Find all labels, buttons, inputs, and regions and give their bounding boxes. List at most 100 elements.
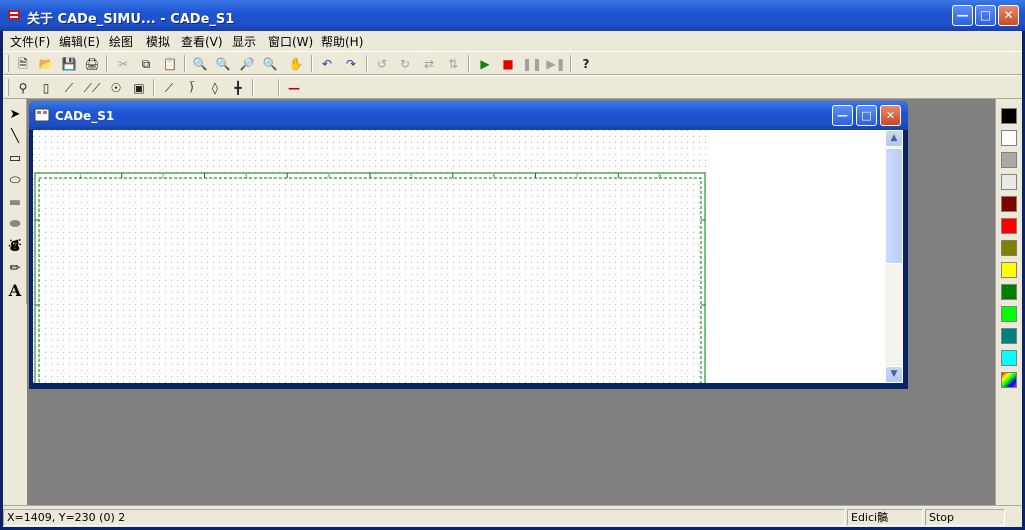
zoom-all-icon[interactable]: 🔍: [259, 54, 281, 74]
new-icon[interactable]: 🗎: [12, 54, 34, 74]
picker-icon[interactable]: ✏: [5, 259, 25, 279]
ruler-number: 5: [410, 174, 413, 179]
toolbar-grip[interactable]: [6, 55, 9, 72]
color-swatch-e8e8e8[interactable]: [1001, 174, 1017, 190]
color-swatch-000000[interactable]: [1001, 108, 1017, 124]
save-icon[interactable]: 💾: [58, 54, 80, 74]
ruler-number: 8: [658, 174, 661, 179]
main-window: 关于 CADe_SIMU... - CADe_S1 — □ ✕ 文件(F) 编辑…: [0, 0, 1025, 530]
menu-bar: 文件(F) 编辑(E) 绘图 模拟 查看(V) 显示 窗口(W) 帮助(H): [3, 31, 1022, 51]
child-minimize-button[interactable]: —: [832, 105, 853, 126]
ruler-number: 6: [493, 174, 496, 179]
undo-icon[interactable]: ↶: [316, 54, 338, 74]
color-swatch-00ffff[interactable]: [1001, 350, 1017, 366]
play-icon[interactable]: ▶: [474, 54, 496, 74]
pan-icon[interactable]: ✋: [285, 54, 307, 74]
menu-draw[interactable]: 绘图: [109, 33, 133, 50]
scroll-up-button[interactable]: ▲: [885, 130, 903, 147]
title-bar: 关于 CADe_SIMU... - CADe_S1 — □ ✕: [0, 0, 1025, 31]
scroll-down-button[interactable]: ▼: [885, 366, 903, 383]
document-title-bar: CADe_S1 — □ ✕: [29, 101, 908, 130]
ruler-number: 4: [327, 174, 330, 179]
stop-icon[interactable]: ■: [497, 54, 519, 74]
zoom-window-icon[interactable]: 🔎: [236, 54, 258, 74]
color-swatch-008000[interactable]: [1001, 284, 1017, 300]
menu-window[interactable]: 窗口(W): [268, 33, 313, 50]
open-icon[interactable]: 📂: [35, 54, 57, 74]
switch-icon[interactable]: ⟋: [58, 78, 80, 98]
color-swatch-ffffff[interactable]: [1001, 130, 1017, 146]
multicolor-swatch[interactable]: [1001, 372, 1017, 388]
ruler-number: 3: [245, 174, 248, 179]
copy-icon[interactable]: ⧉: [135, 54, 157, 74]
wire-icon[interactable]: —: [283, 78, 305, 98]
menu-help[interactable]: 帮助(H): [321, 33, 363, 50]
redo-icon[interactable]: ↷: [340, 54, 362, 74]
minimize-button[interactable]: —: [952, 5, 973, 26]
toolbar-separator: [311, 55, 313, 72]
menu-edit[interactable]: 编辑(E): [59, 33, 100, 50]
vertical-scrollbar[interactable]: ▲ ▼: [885, 130, 903, 383]
client-area: 文件(F) 编辑(E) 绘图 模拟 查看(V) 显示 窗口(W) 帮助(H) 🗎…: [3, 31, 1022, 527]
color-swatch-a8a8a8[interactable]: [1001, 152, 1017, 168]
color-palette: [995, 99, 1022, 505]
contact-nc-icon[interactable]: ⟌: [181, 78, 203, 98]
status-mode: Edici髇: [847, 509, 923, 526]
maximize-button[interactable]: □: [975, 5, 996, 26]
motor-icon[interactable]: ☉: [105, 78, 127, 98]
close-button[interactable]: ✕: [998, 5, 1019, 26]
arrow-icon[interactable]: ➤: [5, 105, 25, 125]
rotate-left-icon[interactable]: ↺: [371, 54, 393, 74]
child-maximize-button[interactable]: □: [856, 105, 877, 126]
diode-icon[interactable]: ◊: [204, 78, 226, 98]
paste-icon[interactable]: 📋: [159, 54, 181, 74]
ellipse-icon[interactable]: ⬭: [5, 171, 25, 191]
color-swatch-ff0000[interactable]: [1001, 218, 1017, 234]
zoom-out-icon[interactable]: 🔍: [212, 54, 234, 74]
toolbar-separator: [366, 55, 368, 72]
text-icon[interactable]: A: [5, 281, 25, 301]
three-pole-icon[interactable]: ⟋⟋: [81, 78, 103, 98]
mirror-v-icon[interactable]: ⇅: [442, 54, 464, 74]
color-swatch-800000[interactable]: [1001, 196, 1017, 212]
rotate-right-icon[interactable]: ↻: [394, 54, 416, 74]
fill-icon[interactable]: ⛇: [5, 237, 25, 257]
color-swatch-ffff00[interactable]: [1001, 262, 1017, 278]
ruler-number: 1: [79, 174, 82, 179]
filled-ellipse-icon[interactable]: ⬬: [5, 215, 25, 235]
menu-view[interactable]: 查看(V): [181, 33, 223, 50]
app-icon: [8, 10, 20, 20]
document-window: CADe_S1 — □ ✕ 12345678 ▲ ▼: [29, 101, 908, 389]
color-swatch-808000[interactable]: [1001, 240, 1017, 256]
zoom-in-icon[interactable]: 🔍: [189, 54, 211, 74]
line-icon[interactable]: ╲: [5, 127, 25, 147]
cut-icon[interactable]: ✂: [112, 54, 134, 74]
contactor-icon[interactable]: ▯: [35, 78, 57, 98]
toolbar-grip[interactable]: [6, 79, 9, 96]
color-swatch-008080[interactable]: [1001, 328, 1017, 344]
color-swatch-00ff00[interactable]: [1001, 306, 1017, 322]
grid-dots: [33, 130, 709, 383]
junction-icon[interactable]: ╋: [227, 78, 249, 98]
child-close-button[interactable]: ✕: [880, 105, 901, 126]
scroll-thumb[interactable]: [885, 148, 903, 264]
step-icon[interactable]: ▶❚: [545, 54, 567, 74]
print-icon[interactable]: 🖨: [81, 54, 103, 74]
menu-simulate[interactable]: 模拟: [146, 33, 170, 50]
rectangle-icon[interactable]: ▭: [5, 149, 25, 169]
toolbar-separator: [184, 55, 186, 72]
status-simulation: Stop: [925, 509, 1005, 526]
mirror-h-icon[interactable]: ⇄: [418, 54, 440, 74]
menu-file[interactable]: 文件(F): [10, 33, 50, 50]
pause-icon[interactable]: ❚❚: [521, 54, 543, 74]
toolbar-separator: [278, 79, 280, 96]
help-icon[interactable]: ?: [575, 54, 597, 74]
schematic-canvas[interactable]: 1 2 3 4 5 6 7 8: [33, 130, 885, 383]
filled-rect-icon[interactable]: ▬: [5, 193, 25, 213]
contact-no-icon[interactable]: ⟋: [158, 78, 180, 98]
toolbar-separator: [153, 79, 155, 96]
fuse-icon[interactable]: ⚲: [12, 78, 34, 98]
menu-display[interactable]: 显示: [232, 33, 256, 50]
mdi-workspace: CADe_S1 — □ ✕ 12345678 ▲ ▼: [27, 99, 995, 505]
relay-icon[interactable]: ▣: [128, 78, 150, 98]
